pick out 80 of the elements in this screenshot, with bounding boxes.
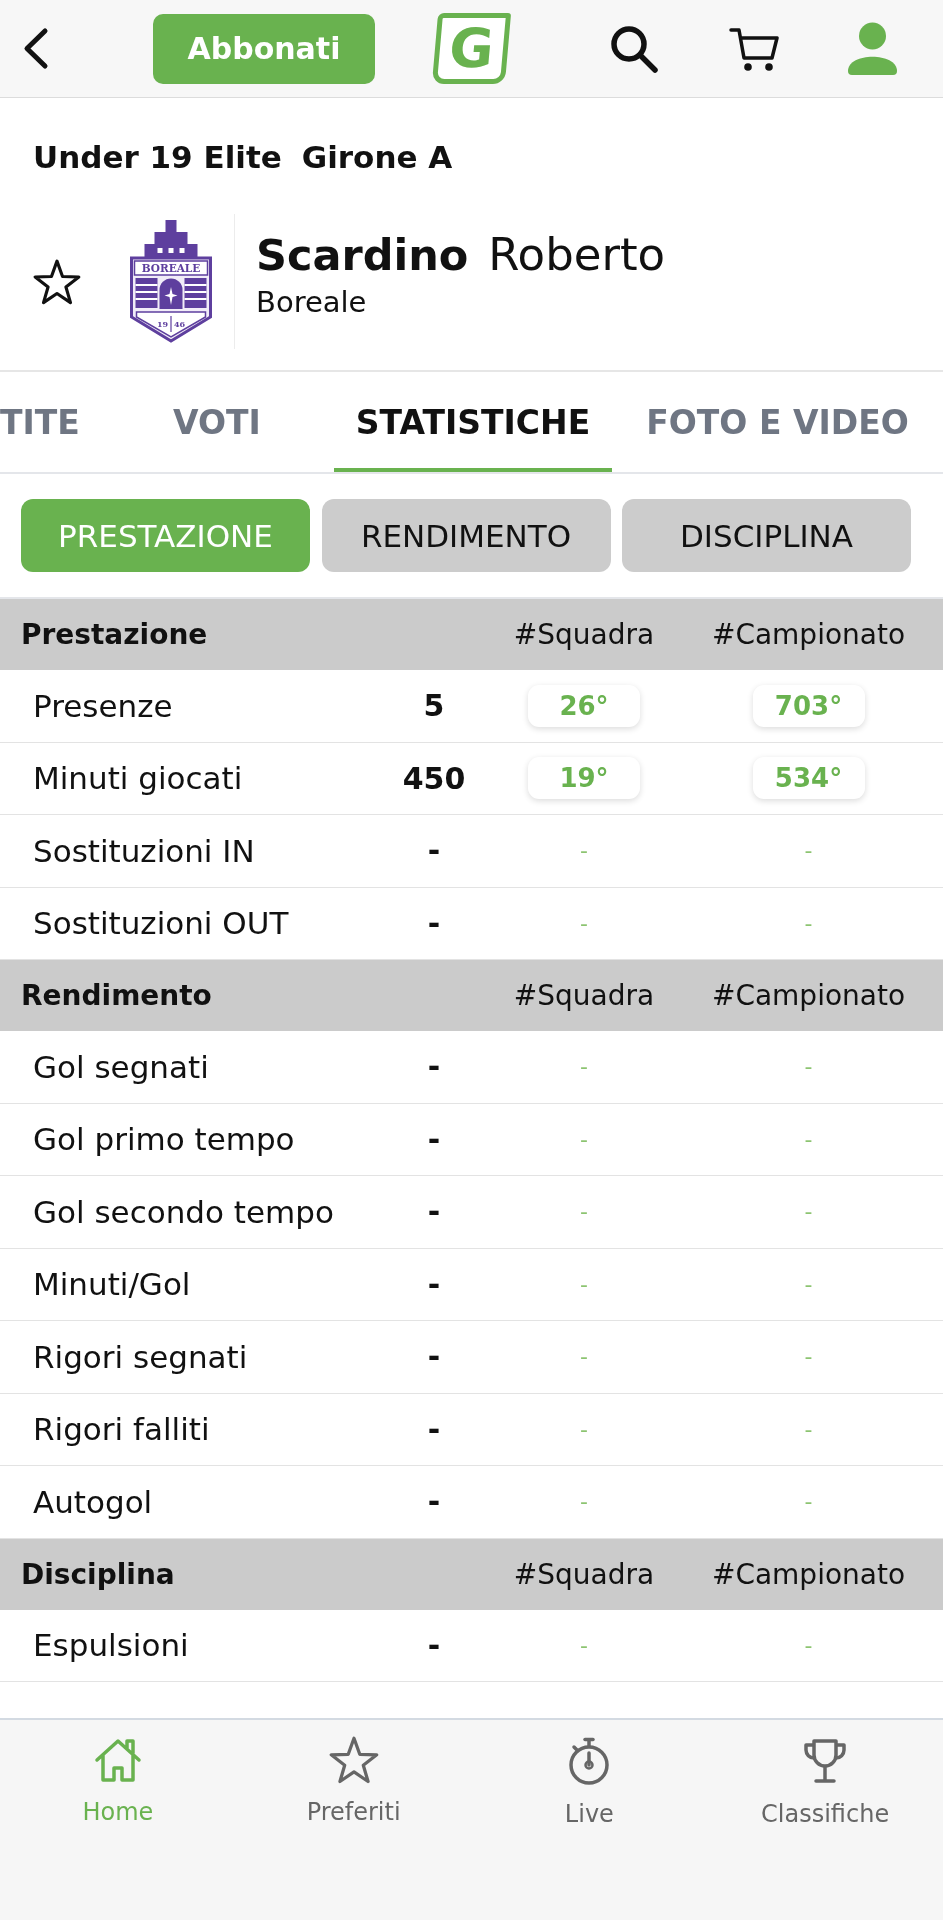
tab[interactable]: FOTO E VIDEO bbox=[612, 372, 943, 472]
column-header: #Campionato bbox=[711, 1557, 906, 1591]
stat-label: Rigori segnati bbox=[32, 1338, 248, 1375]
rank-value: - bbox=[580, 1271, 588, 1297]
stat-label: Gol segnati bbox=[32, 1048, 209, 1085]
tab[interactable]: VOTI bbox=[128, 372, 334, 472]
rank-value: - bbox=[804, 1199, 813, 1225]
rank-value: - bbox=[804, 1416, 813, 1442]
rank-value: - bbox=[804, 1271, 813, 1297]
rank-value: - bbox=[580, 910, 588, 936]
stat-label: Espulsioni bbox=[32, 1627, 189, 1664]
stat-label: Sostituzioni OUT bbox=[32, 905, 289, 942]
stat-value: - bbox=[427, 1194, 441, 1230]
stat-label: Presenze bbox=[32, 687, 173, 724]
rank-value: - bbox=[804, 910, 813, 936]
stat-value: - bbox=[427, 1266, 441, 1302]
nav-tab[interactable]: Live bbox=[558, 1720, 620, 1832]
tab[interactable]: STATISTICHE bbox=[334, 372, 612, 472]
section-title: Prestazione bbox=[20, 618, 208, 651]
column-header: #Squadra bbox=[513, 618, 655, 651]
stat-label: Rigori falliti bbox=[32, 1411, 210, 1448]
stat-label: Gol primo tempo bbox=[32, 1121, 295, 1158]
rank-value: - bbox=[580, 1416, 588, 1442]
nav-tab[interactable]: Preferiti bbox=[300, 1720, 407, 1830]
nav-tab[interactable]: Classifiche bbox=[755, 1720, 896, 1832]
back-icon[interactable] bbox=[21, 27, 49, 70]
stat-value: - bbox=[427, 1339, 441, 1375]
rank-badge: 19° bbox=[528, 757, 640, 800]
rank-value: - bbox=[580, 1489, 588, 1515]
player-first-name: Roberto bbox=[488, 228, 666, 282]
player-surname: Scardino bbox=[256, 229, 469, 282]
stat-value: - bbox=[427, 1484, 441, 1520]
rank-value: - bbox=[580, 1632, 588, 1658]
rank-value: - bbox=[580, 838, 588, 864]
stat-value: - bbox=[427, 1049, 441, 1085]
stat-value: - bbox=[427, 1627, 441, 1663]
rank-badge: 534° bbox=[752, 757, 865, 800]
column-header: #Squadra bbox=[513, 979, 655, 1012]
app-logo: G bbox=[431, 13, 512, 84]
rank-value: - bbox=[580, 1054, 588, 1080]
rank-value: - bbox=[580, 1199, 588, 1225]
segment-button[interactable]: RENDIMENTO bbox=[321, 499, 611, 572]
stat-value: - bbox=[427, 905, 441, 941]
rank-value: - bbox=[580, 1344, 588, 1370]
competition-name: Under 19 Elite bbox=[33, 138, 282, 177]
column-header: #Campionato bbox=[711, 618, 906, 651]
stat-value: - bbox=[427, 1121, 441, 1157]
stat-label: Autogol bbox=[32, 1483, 153, 1520]
crest-year-text: 46 bbox=[173, 318, 186, 329]
stat-label: Sostituzioni IN bbox=[32, 832, 255, 869]
tab[interactable]: TITE bbox=[0, 372, 128, 472]
favorite-star-icon[interactable] bbox=[33, 258, 81, 305]
team-name: Boreale bbox=[256, 284, 368, 321]
rank-value: - bbox=[804, 1632, 813, 1658]
rank-value: - bbox=[804, 1054, 813, 1080]
rank-value: - bbox=[804, 1489, 813, 1515]
rank-value: - bbox=[804, 838, 813, 864]
search-icon[interactable] bbox=[608, 23, 659, 74]
column-header: #Squadra bbox=[513, 1557, 655, 1591]
rank-value: - bbox=[580, 1126, 588, 1152]
stat-label: Minuti/Gol bbox=[32, 1266, 191, 1303]
section-title: Disciplina bbox=[20, 1557, 175, 1591]
rank-badge: 26° bbox=[528, 684, 640, 727]
stat-value: 450 bbox=[402, 760, 466, 796]
crest-year-text: 19 bbox=[156, 318, 169, 329]
rank-badge: 703° bbox=[752, 684, 865, 727]
segment-button[interactable]: DISCIPLINA bbox=[622, 499, 911, 572]
stat-value: - bbox=[427, 833, 441, 869]
stat-value: 5 bbox=[423, 688, 445, 724]
column-header: #Campionato bbox=[711, 979, 906, 1012]
stat-value: - bbox=[427, 1411, 441, 1447]
star-icon bbox=[328, 1736, 379, 1784]
home-icon bbox=[92, 1736, 143, 1784]
rank-value: - bbox=[804, 1126, 813, 1152]
section-title: Rendimento bbox=[20, 979, 212, 1012]
rank-value: - bbox=[804, 1344, 813, 1370]
crest-banner-text: BOREALE bbox=[141, 261, 201, 274]
stat-label: Gol secondo tempo bbox=[32, 1193, 334, 1230]
stat-label: Minuti giocati bbox=[32, 760, 243, 797]
group-name: Girone A bbox=[301, 138, 453, 177]
